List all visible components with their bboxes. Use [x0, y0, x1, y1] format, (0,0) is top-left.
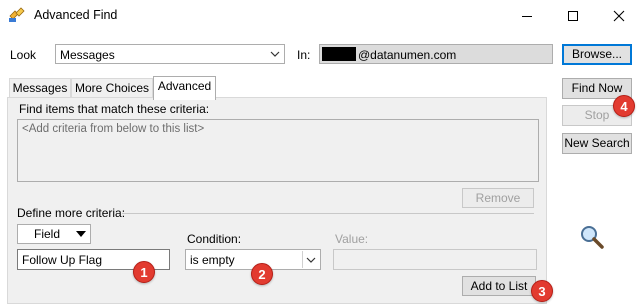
- maximize-icon: [568, 11, 578, 21]
- define-criteria-heading: Define more criteria:: [17, 206, 126, 220]
- condition-select-value: is empty: [190, 253, 235, 267]
- tab-messages[interactable]: Messages: [9, 78, 71, 98]
- criteria-heading: Find items that match these criteria:: [19, 102, 210, 116]
- value-label: Value:: [335, 232, 369, 246]
- caret-down-icon: [76, 231, 86, 237]
- condition-dropdown-button[interactable]: [302, 251, 319, 268]
- field-button[interactable]: Field: [17, 224, 91, 244]
- group-divider: [122, 213, 534, 214]
- window-title: Advanced Find: [34, 8, 118, 22]
- field-button-label: Field: [34, 227, 61, 241]
- close-button[interactable]: [596, 0, 642, 32]
- remove-button[interactable]: Remove: [462, 188, 534, 208]
- title-bar: Advanced Find: [0, 0, 644, 32]
- new-search-button[interactable]: New Search: [562, 133, 632, 154]
- maximize-button[interactable]: [550, 0, 596, 32]
- tab-more-choices[interactable]: More Choices: [71, 78, 153, 98]
- minimize-icon: [522, 16, 532, 17]
- in-label: In:: [297, 48, 311, 62]
- look-label: Look: [10, 48, 37, 62]
- condition-label: Condition:: [187, 232, 242, 246]
- in-folder-field: @datanumen.com: [319, 44, 553, 64]
- chevron-down-icon: [306, 257, 316, 263]
- advanced-find-icon: [8, 7, 26, 23]
- look-select-value: Messages: [60, 48, 115, 62]
- in-folder-value: @datanumen.com: [358, 48, 457, 62]
- tab-advanced[interactable]: Advanced: [153, 76, 216, 100]
- annotation-marker-1: 1: [133, 261, 155, 283]
- field-input-value: Follow Up Flag: [22, 253, 103, 267]
- annotation-marker-2: 2: [251, 263, 273, 285]
- look-select[interactable]: Messages: [55, 44, 285, 64]
- criteria-list[interactable]: <Add criteria from below to this list>: [17, 119, 539, 182]
- magnifier-icon: [578, 223, 606, 251]
- value-input[interactable]: [333, 249, 537, 270]
- browse-button[interactable]: Browse...: [562, 44, 632, 65]
- annotation-marker-4: 4: [613, 95, 635, 117]
- add-to-list-button[interactable]: Add to List: [462, 276, 536, 296]
- annotation-marker-3: 3: [531, 280, 553, 302]
- close-icon: [613, 10, 625, 22]
- criteria-placeholder: <Add criteria from below to this list>: [22, 123, 205, 135]
- chevron-down-icon: [270, 51, 280, 57]
- minimize-button[interactable]: [504, 0, 550, 32]
- redacted-block: [322, 47, 356, 61]
